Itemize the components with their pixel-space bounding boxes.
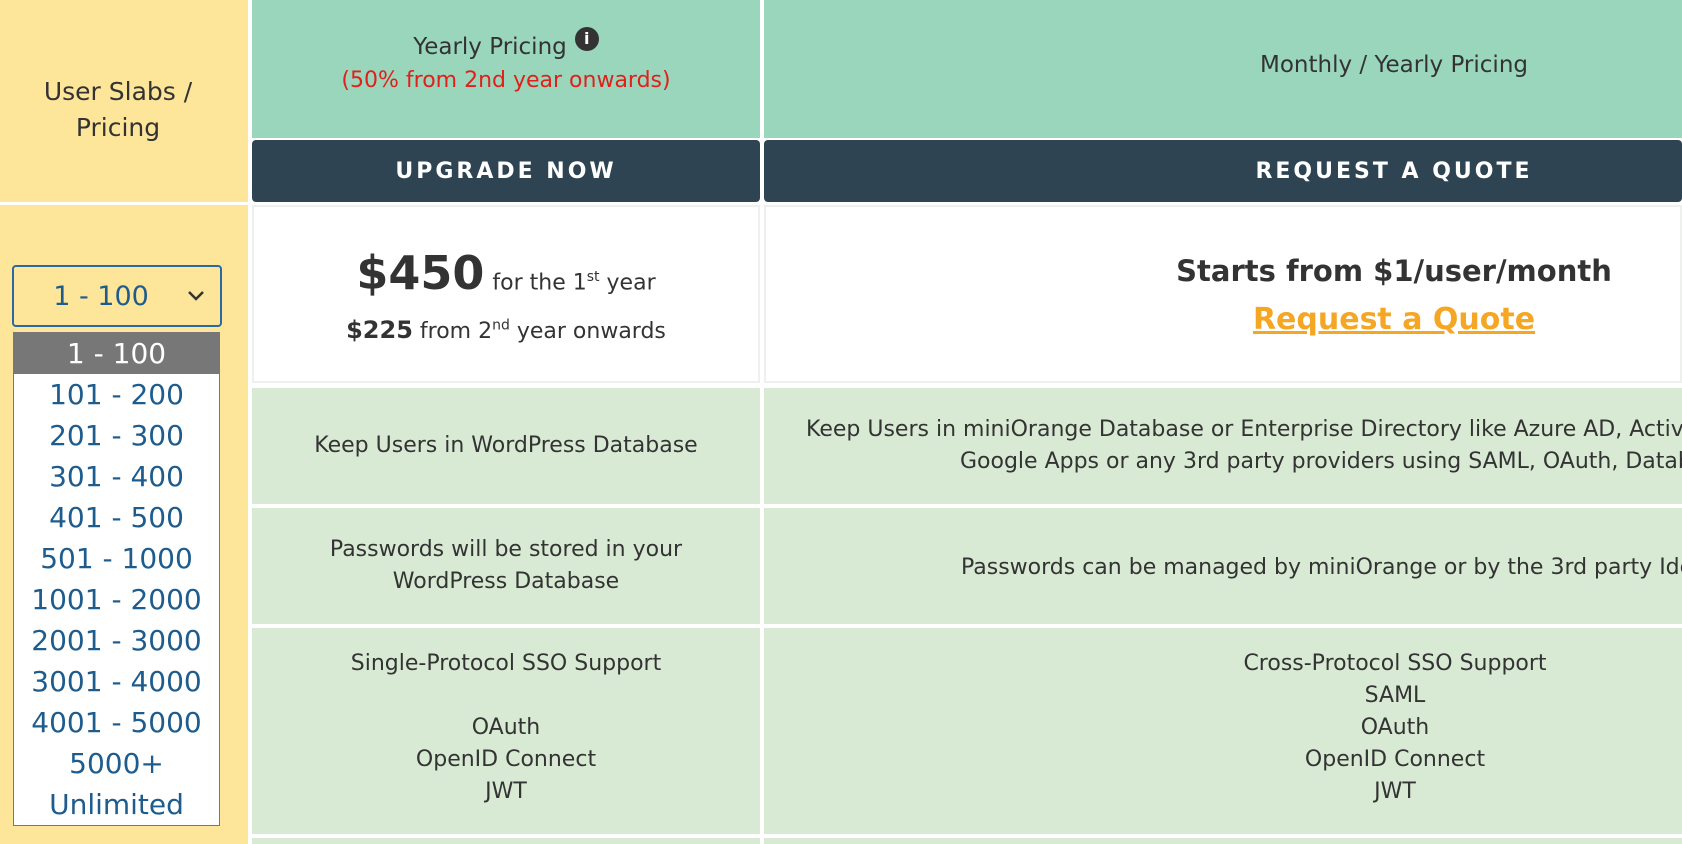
second-suffix: year onwards [516, 319, 666, 344]
storage-left-text: Keep Users in WordPress Database [314, 433, 698, 458]
slab-option[interactable]: 301 - 400 [14, 456, 219, 497]
slab-option[interactable]: 4001 - 5000 [14, 702, 219, 743]
first-year-sup: st [586, 268, 600, 285]
slab-header: User Slabs / Pricing [0, 50, 236, 170]
sso-left-item: OpenID Connect [415, 747, 597, 772]
second-amount: $225 [346, 316, 413, 344]
request-quote-label: REQUEST A QUOTE [1255, 158, 1533, 184]
yearly-header: Yearly Pricing i (50% from 2nd year onwa… [252, 20, 760, 110]
yearly-title: Yearly Pricing [413, 34, 567, 60]
slab-option[interactable]: 5000+ [14, 743, 219, 784]
passwords-left-line2: WordPress Database [392, 569, 620, 594]
sso-right-item: JWT [1374, 779, 1416, 804]
slab-option[interactable]: 101 - 200 [14, 374, 219, 415]
first-year-prefix: for the 1 [492, 270, 587, 295]
sso-right-item: OpenID Connect [1304, 747, 1486, 772]
slab-option[interactable]: 401 - 500 [14, 497, 219, 538]
monthly-price: Starts from $1/user/month Request a Quot… [764, 230, 1682, 360]
sso-right-item: OAuth [1360, 715, 1430, 740]
passwords-left-line1: Passwords will be stored in your [329, 537, 683, 562]
storage-right-text: Keep Users in miniOrange Database or Ent… [806, 414, 1682, 478]
monthly-title: Monthly / Yearly Pricing [1260, 52, 1528, 78]
chevron-down-icon [188, 291, 220, 301]
storage-right-line2: Google Apps or any 3rd party providers u… [960, 449, 1682, 474]
second-sup: nd [492, 317, 510, 334]
slab-option[interactable]: 1 - 100 [14, 333, 219, 374]
request-quote-button[interactable]: REQUEST A QUOTE [764, 140, 1682, 202]
price-amount: $450 [356, 246, 485, 300]
sso-left-item: OAuth [471, 715, 541, 740]
sso-left-item: Single-Protocol SSO Support [350, 651, 662, 676]
yearly-price: $450 for the 1st year $225 from 2nd year… [252, 230, 760, 360]
starts-from-text: Starts from $1/user/month [1176, 253, 1612, 288]
slab-option[interactable]: 501 - 1000 [14, 538, 219, 579]
slab-select[interactable]: 1 - 100 [12, 265, 222, 327]
slab-dropdown[interactable]: 1 - 100 101 - 200 201 - 300 301 - 400 401 - … [13, 332, 220, 826]
sso-right-item: Cross-Protocol SSO Support [1243, 651, 1547, 676]
passwords-left-text: Passwords will be stored in your WordPre… [252, 508, 760, 624]
storage-right-line1: Keep Users in miniOrange Database or Ent… [806, 417, 1682, 442]
second-prefix: from 2 [419, 319, 493, 344]
upgrade-now-button[interactable]: UPGRADE NOW [252, 140, 760, 202]
sso-right-list: Cross-Protocol SSO Support SAML OAuth Op… [1130, 648, 1660, 808]
sso-left-list: Single-Protocol SSO Support OAuth OpenID… [252, 648, 760, 808]
next-row-right [764, 838, 1682, 844]
next-row-left [252, 838, 760, 844]
sso-right-item: SAML [1364, 683, 1426, 708]
slab-header-line1: User Slabs / [43, 77, 193, 106]
slab-header-line2: Pricing [75, 113, 161, 142]
monthly-header: Monthly / Yearly Pricing [764, 20, 1682, 110]
yearly-note: (50% from 2nd year onwards) [341, 68, 671, 93]
slab-select-value: 1 - 100 [53, 280, 149, 312]
slab-option[interactable]: 2001 - 3000 [14, 620, 219, 661]
first-year-suffix: year [606, 270, 656, 295]
sso-left-item: JWT [485, 779, 527, 804]
info-icon[interactable]: i [574, 27, 599, 51]
request-quote-link[interactable]: Request a Quote [1253, 302, 1535, 337]
passwords-right-text: Passwords can be managed by miniOrange o… [961, 555, 1682, 580]
column-divider [0, 202, 248, 205]
slab-option[interactable]: 201 - 300 [14, 415, 219, 456]
slab-option[interactable]: 1001 - 2000 [14, 579, 219, 620]
slab-option[interactable]: Unlimited [14, 784, 219, 825]
slab-option[interactable]: 3001 - 4000 [14, 661, 219, 702]
